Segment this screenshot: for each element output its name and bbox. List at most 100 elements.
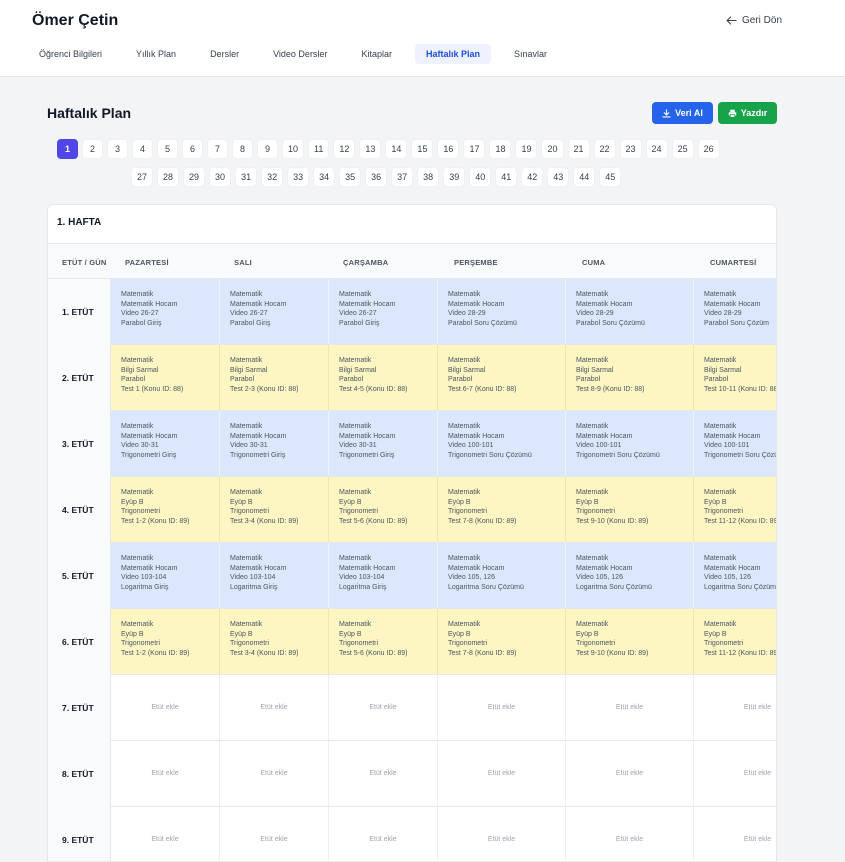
week-button-23[interactable]: 23 bbox=[619, 139, 642, 159]
add-etut-button[interactable]: Etüt ekle bbox=[566, 807, 694, 861]
video-lesson-cell[interactable]: Matematik Matematik Hocam Video 26-27 Parab… bbox=[220, 279, 329, 344]
video-lesson-cell[interactable]: Matematik Matematik Hocam Video 100-101 Tri… bbox=[566, 411, 694, 476]
test-assignment-cell[interactable]: Matematik Eyüp B Trigonometri Test 11-12 (K… bbox=[694, 609, 776, 674]
tab-dersler[interactable]: Dersler bbox=[199, 44, 250, 64]
print-button[interactable]: Yazdır bbox=[718, 102, 777, 124]
video-lesson-cell[interactable]: Matematik Matematik Hocam Video 105, 126 Lo… bbox=[566, 543, 694, 608]
test-assignment-cell[interactable]: Matematik Eyüp B Trigonometri Test 7-8 (Kon… bbox=[438, 609, 566, 674]
video-lesson-cell[interactable]: Matematik Matematik Hocam Video 30-31 Trigo… bbox=[220, 411, 329, 476]
week-button-10[interactable]: 10 bbox=[282, 139, 305, 159]
add-etut-button[interactable]: Etüt ekle bbox=[566, 741, 694, 806]
week-button-44[interactable]: 44 bbox=[573, 167, 596, 187]
week-button-40[interactable]: 40 bbox=[469, 167, 492, 187]
test-assignment-cell[interactable]: Matematik Eyüp B Trigonometri Test 1-2 (Kon… bbox=[111, 609, 220, 674]
week-button-18[interactable]: 18 bbox=[489, 139, 512, 159]
week-button-13[interactable]: 13 bbox=[359, 139, 382, 159]
test-assignment-cell[interactable]: Matematik Bilgi Sarmal Parabol Test 4-5 (Ko… bbox=[329, 345, 438, 410]
add-etut-button[interactable]: Etüt ekle bbox=[329, 741, 438, 806]
add-etut-button[interactable]: Etüt ekle bbox=[438, 675, 566, 740]
video-lesson-cell[interactable]: Matematik Matematik Hocam Video 28-29 Parab… bbox=[694, 279, 776, 344]
video-lesson-cell[interactable]: Matematik Matematik Hocam Video 26-27 Parab… bbox=[111, 279, 220, 344]
week-button-43[interactable]: 43 bbox=[547, 167, 570, 187]
test-assignment-cell[interactable]: Matematik Bilgi Sarmal Parabol Test 8-9 (Ko… bbox=[566, 345, 694, 410]
video-lesson-cell[interactable]: Matematik Matematik Hocam Video 103-104 Log… bbox=[111, 543, 220, 608]
week-button-20[interactable]: 20 bbox=[541, 139, 564, 159]
test-assignment-cell[interactable]: Matematik Eyüp B Trigonometri Test 9-10 (Ko… bbox=[566, 477, 694, 542]
week-button-27[interactable]: 27 bbox=[131, 167, 154, 187]
test-assignment-cell[interactable]: Matematik Eyüp B Trigonometri Test 11-12 (K… bbox=[694, 477, 776, 542]
test-assignment-cell[interactable]: Matematik Bilgi Sarmal Parabol Test 10-11 (… bbox=[694, 345, 776, 410]
test-assignment-cell[interactable]: Matematik Eyüp B Trigonometri Test 7-8 (Kon… bbox=[438, 477, 566, 542]
video-lesson-cell[interactable]: Matematik Matematik Hocam Video 30-31 Trigo… bbox=[329, 411, 438, 476]
week-button-39[interactable]: 39 bbox=[443, 167, 466, 187]
week-button-24[interactable]: 24 bbox=[645, 139, 668, 159]
week-button-45[interactable]: 45 bbox=[599, 167, 622, 187]
video-lesson-cell[interactable]: Matematik Matematik Hocam Video 100-101 Tri… bbox=[694, 411, 776, 476]
week-button-16[interactable]: 16 bbox=[437, 139, 460, 159]
test-assignment-cell[interactable]: Matematik Eyüp B Trigonometri Test 5-6 (Kon… bbox=[329, 609, 438, 674]
video-lesson-cell[interactable]: Matematik Matematik Hocam Video 103-104 Log… bbox=[329, 543, 438, 608]
video-lesson-cell[interactable]: Matematik Matematik Hocam Video 30-31 Trigo… bbox=[111, 411, 220, 476]
week-button-22[interactable]: 22 bbox=[593, 139, 616, 159]
add-etut-button[interactable]: Etüt ekle bbox=[220, 741, 329, 806]
add-etut-button[interactable]: Etüt ekle bbox=[329, 807, 438, 861]
video-lesson-cell[interactable]: Matematik Matematik Hocam Video 28-29 Parab… bbox=[438, 279, 566, 344]
week-button-33[interactable]: 33 bbox=[287, 167, 310, 187]
week-button-37[interactable]: 37 bbox=[391, 167, 414, 187]
video-lesson-cell[interactable]: Matematik Matematik Hocam Video 105, 126 Lo… bbox=[438, 543, 566, 608]
week-button-34[interactable]: 34 bbox=[313, 167, 336, 187]
week-button-12[interactable]: 12 bbox=[333, 139, 356, 159]
week-button-2[interactable]: 2 bbox=[82, 139, 103, 159]
week-button-42[interactable]: 42 bbox=[521, 167, 544, 187]
week-button-14[interactable]: 14 bbox=[385, 139, 408, 159]
week-button-6[interactable]: 6 bbox=[182, 139, 203, 159]
week-button-31[interactable]: 31 bbox=[235, 167, 258, 187]
back-button[interactable]: Geri Dön bbox=[726, 15, 782, 26]
export-data-button[interactable]: Veri Al bbox=[652, 102, 713, 124]
video-lesson-cell[interactable]: Matematik Matematik Hocam Video 28-29 Parab… bbox=[566, 279, 694, 344]
add-etut-button[interactable]: Etüt ekle bbox=[111, 675, 220, 740]
video-lesson-cell[interactable]: Matematik Matematik Hocam Video 103-104 Log… bbox=[220, 543, 329, 608]
week-button-15[interactable]: 15 bbox=[411, 139, 434, 159]
test-assignment-cell[interactable]: Matematik Eyüp B Trigonometri Test 1-2 (Kon… bbox=[111, 477, 220, 542]
week-button-17[interactable]: 17 bbox=[463, 139, 486, 159]
add-etut-button[interactable]: Etüt ekle bbox=[694, 807, 776, 861]
add-etut-button[interactable]: Etüt ekle bbox=[220, 675, 329, 740]
week-button-9[interactable]: 9 bbox=[257, 139, 278, 159]
tab-sınavlar[interactable]: Sınavlar bbox=[503, 44, 558, 64]
week-button-5[interactable]: 5 bbox=[157, 139, 178, 159]
tab-video-dersler[interactable]: Video Dersler bbox=[262, 44, 338, 64]
week-button-26[interactable]: 26 bbox=[697, 139, 720, 159]
add-etut-button[interactable]: Etüt ekle bbox=[694, 741, 776, 806]
week-button-3[interactable]: 3 bbox=[107, 139, 128, 159]
tab-yıllık-plan[interactable]: Yıllık Plan bbox=[125, 44, 187, 64]
week-button-41[interactable]: 41 bbox=[495, 167, 518, 187]
test-assignment-cell[interactable]: Matematik Bilgi Sarmal Parabol Test 2-3 (Ko… bbox=[220, 345, 329, 410]
add-etut-button[interactable]: Etüt ekle bbox=[566, 675, 694, 740]
week-button-7[interactable]: 7 bbox=[207, 139, 228, 159]
week-button-32[interactable]: 32 bbox=[261, 167, 284, 187]
tab-öğrenci-bilgileri[interactable]: Öğrenci Bilgileri bbox=[28, 44, 113, 64]
video-lesson-cell[interactable]: Matematik Matematik Hocam Video 100-101 Tri… bbox=[438, 411, 566, 476]
tab-haftalık-plan[interactable]: Haftalık Plan bbox=[414, 44, 491, 64]
week-button-4[interactable]: 4 bbox=[132, 139, 153, 159]
test-assignment-cell[interactable]: Matematik Bilgi Sarmal Parabol Test 1 (Konu… bbox=[111, 345, 220, 410]
video-lesson-cell[interactable]: Matematik Matematik Hocam Video 105, 126 Lo… bbox=[694, 543, 776, 608]
test-assignment-cell[interactable]: Matematik Eyüp B Trigonometri Test 3-4 (Kon… bbox=[220, 609, 329, 674]
test-assignment-cell[interactable]: Matematik Eyüp B Trigonometri Test 3-4 (Kon… bbox=[220, 477, 329, 542]
week-button-35[interactable]: 35 bbox=[339, 167, 362, 187]
week-button-11[interactable]: 11 bbox=[308, 139, 330, 159]
week-button-36[interactable]: 36 bbox=[365, 167, 388, 187]
week-button-8[interactable]: 8 bbox=[232, 139, 253, 159]
week-button-29[interactable]: 29 bbox=[183, 167, 206, 187]
week-button-21[interactable]: 21 bbox=[567, 139, 590, 159]
add-etut-button[interactable]: Etüt ekle bbox=[438, 741, 566, 806]
test-assignment-cell[interactable]: Matematik Bilgi Sarmal Parabol Test 6-7 (Ko… bbox=[438, 345, 566, 410]
week-button-19[interactable]: 19 bbox=[515, 139, 538, 159]
add-etut-button[interactable]: Etüt ekle bbox=[220, 807, 329, 861]
week-button-38[interactable]: 38 bbox=[417, 167, 440, 187]
week-button-30[interactable]: 30 bbox=[209, 167, 232, 187]
test-assignment-cell[interactable]: Matematik Eyüp B Trigonometri Test 9-10 (Ko… bbox=[566, 609, 694, 674]
add-etut-button[interactable]: Etüt ekle bbox=[438, 807, 566, 861]
week-button-1[interactable]: 1 bbox=[57, 139, 78, 159]
